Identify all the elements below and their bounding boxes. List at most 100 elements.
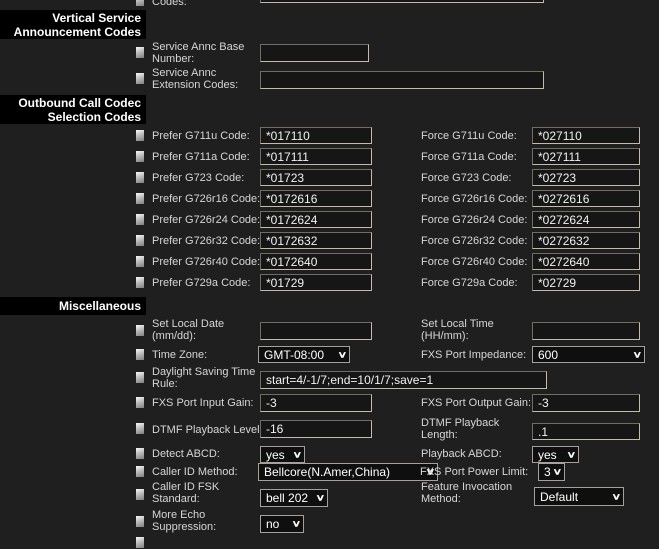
fxs-port-impedance-select[interactable]: 600 ∨ (532, 346, 645, 363)
prefer-g726r32-code-label: Prefer G726r32 Code: (152, 236, 260, 248)
codes-input[interactable] (260, 0, 544, 3)
force-g711u-code-label: Force G711u Code: (421, 131, 517, 143)
daylight-saving-time-rule-input[interactable]: start=4/-1/7;end=10/1/7;save=1 (260, 371, 547, 389)
section-title: Vertical Service Announcement Codes (14, 11, 146, 39)
prefer-g726r24-code-input[interactable]: *0172624 (260, 211, 372, 228)
chevron-down-icon: ∨ (292, 518, 302, 529)
field-bullet (136, 537, 144, 548)
set-local-time-label: Set Local Time (HH/mm): (421, 319, 494, 342)
codes-label: Codes: (152, 0, 187, 9)
chevron-down-icon: ∨ (633, 349, 643, 360)
field-bullet (136, 73, 144, 84)
field-bullet (136, 277, 144, 288)
feature-invocation-method-select[interactable]: Default∨ (534, 487, 624, 506)
force-g723-code-input[interactable]: *02723 (532, 169, 640, 186)
dtmf-playback-length-input[interactable]: .1 (532, 423, 640, 440)
field-bullet (136, 489, 144, 500)
chevron-down-icon: ∨ (553, 466, 563, 477)
set-local-time-input[interactable] (532, 322, 640, 340)
phone-config-page: Codes: Vertical Service Announcement Code… (0, 0, 659, 549)
field-bullet (136, 172, 144, 183)
input-value: start=4/-1/7;end=10/1/7;save=1 (266, 373, 433, 387)
fxs-port-input-gain-input[interactable]: -3 (260, 394, 372, 412)
select-value: Bellcore(N.Amer,China) (264, 465, 390, 479)
set-local-date-input[interactable] (260, 322, 372, 340)
input-value: *017111 (266, 150, 309, 164)
section-header-outbound-call-codec-selection-codes: Outbound Call Codec Selection Codes (0, 95, 146, 124)
time-zone-label: Time Zone: (152, 350, 207, 362)
prefer-g729a-code-input[interactable]: *01729 (260, 274, 372, 291)
prefer-g723-code-label: Prefer G723 Code: (152, 173, 244, 185)
prefer-g723-code-input[interactable]: *01723 (260, 169, 372, 186)
input-value: *0272632 (538, 234, 589, 248)
service-annc-base-number-input[interactable] (260, 44, 369, 62)
field-bullet (136, 372, 144, 383)
input-value: *02729 (538, 276, 576, 290)
input-value: -3 (266, 396, 277, 410)
fxs-port-output-gain-label: FXS Port Output Gain: (421, 398, 531, 410)
prefer-g711u-code-input[interactable]: *017110 (260, 127, 372, 144)
force-g726r16-code-label: Force G726r16 Code: (421, 194, 527, 206)
chevron-down-icon: ∨ (338, 349, 348, 360)
fxs-port-power-limit-select[interactable]: 3∨ (538, 463, 565, 481)
fxs-port-impedance-label: FXS Port Impedance: (421, 350, 526, 362)
playback-abcd-select[interactable]: yes∨ (532, 446, 579, 463)
prefer-g726r32-code-input[interactable]: *0172632 (260, 232, 372, 249)
chevron-down-icon: ∨ (567, 449, 577, 460)
dtmf-playback-level-input[interactable]: -16 (260, 420, 372, 438)
section-header-miscellaneous: Miscellaneous (0, 297, 146, 315)
force-g729a-code-label: Force G729a Code: (421, 278, 518, 290)
caller-id-fsk-standard-select[interactable]: bell 202∨ (260, 489, 328, 507)
force-g729a-code-input[interactable]: *02729 (532, 274, 640, 291)
input-value: *0172640 (266, 255, 317, 269)
field-bullet (136, 193, 144, 204)
select-value: yes (266, 448, 285, 462)
service-annc-extension-codes-input[interactable] (260, 71, 544, 89)
input-value: *02723 (538, 171, 576, 185)
caller-id-fsk-standard-label: Caller ID FSK Standard: (152, 482, 219, 505)
input-value: *01729 (266, 276, 304, 290)
fxs-port-power-limit-label: FXS Port Power Limit: (420, 467, 528, 479)
force-g726r32-code-input[interactable]: *0272632 (532, 232, 640, 249)
force-g711u-code-input[interactable]: *027110 (532, 127, 640, 144)
prefer-g711a-code-input[interactable]: *017111 (260, 148, 372, 165)
field-bullet (136, 130, 144, 141)
playback-abcd-label: Playback ABCD: (421, 449, 502, 461)
force-g711a-code-input[interactable]: *027111 (532, 148, 640, 165)
force-g726r16-code-input[interactable]: *0272616 (532, 190, 640, 207)
force-g726r24-code-label: Force G726r24 Code: (421, 215, 527, 227)
field-bullet (136, 235, 144, 246)
prefer-g726r40-code-label: Prefer G726r40 Code: (152, 257, 260, 269)
input-value: -16 (266, 422, 283, 436)
fxs-port-output-gain-input[interactable]: -3 (532, 394, 640, 412)
detect-abcd-select[interactable]: yes∨ (260, 446, 305, 463)
section-header-vertical-service-announcement-codes: Vertical Service Announcement Codes (0, 10, 146, 39)
select-value: no (266, 517, 279, 531)
force-g726r24-code-input[interactable]: *0272624 (532, 211, 640, 228)
input-value: *0172632 (266, 234, 317, 248)
more-echo-suppression-label: More Echo Suppression: (152, 510, 216, 533)
more-echo-suppression-select[interactable]: no ∨ (260, 515, 304, 533)
time-zone-select[interactable]: GMT-08:00∨ (258, 346, 350, 363)
set-local-date-label: Set Local Date (mm/dd): (152, 319, 224, 342)
prefer-g726r16-code-input[interactable]: *0172616 (260, 190, 372, 207)
force-g726r40-code-input[interactable]: *0272640 (532, 253, 640, 270)
section-title: Outbound Call Codec Selection Codes (18, 96, 146, 124)
section-title: Miscellaneous (59, 299, 146, 313)
chevron-down-icon: ∨ (316, 492, 326, 503)
field-bullet (136, 0, 144, 6)
detect-abcd-label: Detect ABCD: (152, 449, 220, 461)
field-bullet (136, 256, 144, 267)
field-bullet (136, 325, 144, 336)
input-value: *027110 (538, 129, 582, 143)
select-value: 600 (538, 348, 558, 362)
field-bullet (136, 448, 144, 459)
input-value: .1 (538, 425, 548, 439)
field-bullet (136, 397, 144, 408)
prefer-g729a-code-label: Prefer G729a Code: (152, 278, 250, 290)
dtmf-playback-level-label: DTMF Playback Level: (152, 425, 263, 437)
prefer-g726r40-code-input[interactable]: *0172640 (260, 253, 372, 270)
input-value: *027111 (538, 150, 581, 164)
input-value: *0272616 (538, 192, 589, 206)
caller-id-method-select[interactable]: Bellcore(N.Amer,China)∨ (258, 463, 438, 481)
